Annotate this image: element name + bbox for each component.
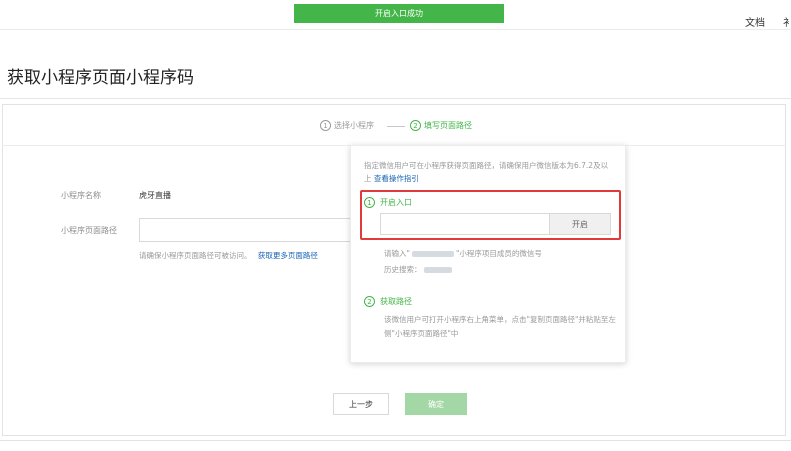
page-path-input[interactable] [139, 218, 351, 242]
step-connector [387, 126, 405, 127]
redacted-history-item[interactable] [423, 266, 452, 273]
section-number: 2 [364, 296, 375, 307]
section-get-path-header: 2 获取路径 [364, 296, 412, 307]
get-more-paths-link[interactable]: 获取更多页面路径 [258, 251, 318, 260]
title-divider [0, 98, 791, 99]
success-toast: 开启入口成功 [294, 4, 504, 23]
operation-guide-link[interactable]: 查看操作指引 [374, 174, 419, 183]
note-suffix: "小程序项目成员的微信号 [455, 249, 542, 258]
bottom-divider [0, 440, 791, 441]
previous-step-button[interactable]: 上一步 [333, 393, 389, 415]
redacted-project-name [411, 250, 454, 257]
step-number: 1 [320, 120, 331, 131]
hint-text: 请确保小程序页面路径可被访问。 [139, 251, 252, 260]
miniprogram-name-value: 虎牙直播 [139, 191, 171, 200]
step-label: 选择小程序 [334, 121, 374, 130]
get-path-description: 该微信用户可打开小程序右上角菜单，点击"复制页面路径"并粘贴至左侧"小程序页面路… [384, 315, 616, 338]
docs-link[interactable]: 文档 [745, 14, 765, 29]
note-prefix: 请输入" [384, 249, 410, 258]
step-label: 填写页面路径 [424, 121, 472, 130]
history-label: 历史搜索： [384, 265, 422, 274]
page-title: 获取小程序页面小程序码 [7, 68, 194, 88]
popover-intro: 指定微信用户可在小程序获得页面路径，请确保用户微信版本为6.7.2及以上 查看操… [364, 159, 614, 185]
highlight-box [360, 190, 621, 240]
wechat-id-note: 请输入" "小程序项目成员的微信号 [384, 248, 542, 259]
nav-link-cut-off[interactable]: 衤 [783, 14, 791, 29]
search-history: 历史搜索： [384, 264, 454, 275]
section-title: 获取路径 [380, 297, 412, 306]
step-select-miniprogram: 1 选择小程序 [320, 120, 374, 131]
confirm-button[interactable]: 确定 [405, 393, 467, 415]
miniprogram-name-label: 小程序名称 [61, 191, 101, 200]
step-fill-page-path: 2 填写页面路径 [410, 120, 472, 131]
step-number: 2 [410, 120, 421, 131]
page-path-label: 小程序页面路径 [61, 226, 117, 235]
page-path-hint: 请确保小程序页面路径可被访问。 获取更多页面路径 [139, 250, 318, 261]
